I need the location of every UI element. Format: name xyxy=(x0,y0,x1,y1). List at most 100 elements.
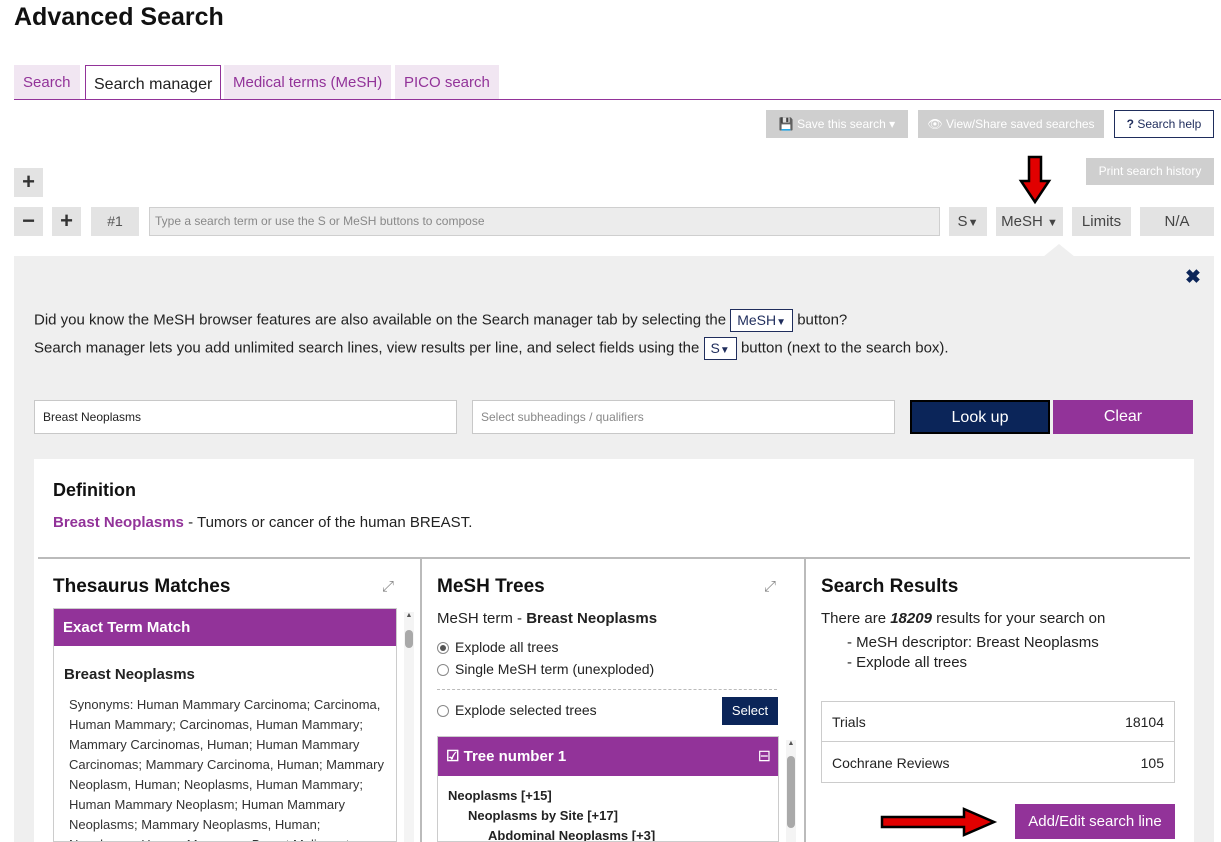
add-edit-search-line-button[interactable]: Add/Edit search line xyxy=(1015,804,1175,839)
close-icon[interactable]: ✖ xyxy=(1185,266,1201,289)
chevron-down-icon: ▼ xyxy=(1046,217,1058,229)
question-icon: ? xyxy=(1126,117,1134,131)
tab-medical-terms[interactable]: Medical terms (MeSH) xyxy=(224,65,392,99)
mesh-label: MeSH xyxy=(1001,213,1043,230)
inline-mesh-label: MeSH xyxy=(737,312,777,328)
tab-search-manager[interactable]: Search manager xyxy=(85,65,222,100)
row-label: Cochrane Reviews xyxy=(832,755,950,771)
thesaurus-term[interactable]: Breast Neoplasms xyxy=(54,646,396,683)
print-search-history-button[interactable]: Print search history xyxy=(1086,158,1214,185)
info-line-2: Search manager lets you add unlimited se… xyxy=(34,337,949,360)
tree-item[interactable]: Neoplasms by Site [+17] xyxy=(448,806,778,826)
criteria-item: - Explode all trees xyxy=(847,654,968,671)
radio-explode-selected-label: Explode selected trees xyxy=(455,702,597,718)
save-search-label: Save this search xyxy=(797,117,886,131)
search-input[interactable]: Type a search term or use the S or MeSH … xyxy=(149,207,940,236)
tree-number-label: Tree number 1 xyxy=(463,748,567,765)
options-divider xyxy=(437,689,777,690)
radio-single-term-icon[interactable] xyxy=(437,664,449,677)
radio-explode-all-label: Explode all trees xyxy=(455,639,559,655)
tree-item[interactable]: Abdominal Neoplasms [+3] xyxy=(448,826,778,841)
tree-scrollbar[interactable]: ▲ xyxy=(786,740,796,842)
remove-line-button[interactable]: − xyxy=(14,207,43,236)
row-label: Trials xyxy=(832,714,866,730)
expand-icon[interactable]: ⤢ xyxy=(382,578,394,595)
inline-s-button[interactable]: S▼ xyxy=(703,337,737,360)
row-value: 105 xyxy=(1140,755,1164,771)
clear-button[interactable]: Clear xyxy=(1053,400,1193,434)
thesaurus-scroll-thumb[interactable] xyxy=(405,630,413,648)
definition-body: - Tumors or cancer of the human BREAST. xyxy=(183,514,473,531)
info-line-2-end: button (next to the search box). xyxy=(740,339,949,357)
info-line-1-text: Did you know the MeSH browser features a… xyxy=(34,311,727,329)
radio-explode-selected[interactable]: Explode selected trees xyxy=(437,702,597,718)
results-count: 18209 xyxy=(890,610,932,627)
annotation-arrow-down-icon xyxy=(1018,155,1052,205)
view-share-label: View/Share saved searches xyxy=(946,117,1095,131)
results-criteria: - MeSH descriptor: Breast Neoplasms - Ex… xyxy=(847,633,1099,673)
section-divider xyxy=(38,557,1190,559)
collapse-icon[interactable]: ⊟ xyxy=(758,737,771,776)
expand-icon[interactable]: ⤢ xyxy=(764,578,776,595)
view-share-saved-searches-button[interactable]: 👁 View/Share saved searches xyxy=(918,110,1104,138)
annotation-arrow-right-icon xyxy=(880,807,998,837)
chevron-down-icon: ▼ xyxy=(967,217,979,229)
chevron-down-icon: ▾ xyxy=(889,117,896,131)
inline-mesh-button[interactable]: MeSH▼ xyxy=(730,309,794,332)
look-up-button[interactable]: Look up xyxy=(910,400,1050,434)
eye-icon: 👁 xyxy=(927,117,943,131)
column-divider-1 xyxy=(420,559,422,842)
definition-text: Breast Neoplasms - Tumors or cancer of t… xyxy=(53,514,472,531)
results-summary-post: results for your search on xyxy=(931,610,1106,627)
radio-explode-selected-icon[interactable] xyxy=(437,705,449,718)
table-row[interactable]: Trials 18104 xyxy=(822,702,1174,742)
mesh-trees-heading: MeSH Trees xyxy=(437,576,545,597)
tree-list: Neoplasms [+15] Neoplasms by Site [+17] … xyxy=(438,776,778,841)
search-help-button[interactable]: ? Search help xyxy=(1114,110,1214,138)
definition-heading: Definition xyxy=(53,480,136,500)
table-row[interactable]: Cochrane Reviews 105 xyxy=(822,743,1174,783)
info-line-1: Did you know the MeSH browser features a… xyxy=(34,309,847,332)
add-line-button[interactable]: + xyxy=(52,207,81,236)
radio-single-term[interactable]: Single MeSH term (unexploded) xyxy=(437,661,654,677)
na-results-button[interactable]: N/A xyxy=(1140,207,1214,236)
limits-button[interactable]: Limits xyxy=(1072,207,1131,236)
select-button[interactable]: Select xyxy=(722,697,778,725)
s-field-label: S xyxy=(957,213,968,230)
tabs-underline xyxy=(14,99,1221,100)
mesh-button[interactable]: MeSH ▼ xyxy=(996,207,1063,236)
mesh-term-line: MeSH term - Breast Neoplasms xyxy=(437,610,657,627)
inline-s-label: S xyxy=(710,340,720,356)
tree-item[interactable]: Neoplasms [+15] xyxy=(448,786,778,806)
radio-single-term-label: Single MeSH term (unexploded) xyxy=(455,661,655,677)
save-search-button[interactable]: 💾 Save this search ▾ xyxy=(766,110,908,138)
scroll-up-icon[interactable]: ▲ xyxy=(404,612,414,619)
subheadings-input[interactable]: Select subheadings / qualifiers xyxy=(472,400,895,434)
column-divider-2 xyxy=(804,559,806,842)
add-line-above-button[interactable]: + xyxy=(14,168,43,197)
mesh-term-name: Breast Neoplasms xyxy=(526,610,658,627)
tree-box: ☑ Tree number 1 ⊟ Neoplasms [+15] Neopla… xyxy=(437,736,779,842)
criteria-item: - MeSH descriptor: Breast Neoplasms xyxy=(847,634,1099,651)
thesaurus-scrollbar[interactable]: ▲ xyxy=(404,612,414,842)
search-help-label: Search help xyxy=(1137,117,1202,131)
page-title: Advanced Search xyxy=(14,3,224,31)
mesh-term-prefix: MeSH term - xyxy=(437,610,527,627)
save-icon: 💾 xyxy=(778,117,794,131)
mesh-term-input[interactable]: Breast Neoplasms xyxy=(34,400,457,434)
checkbox-checked-icon[interactable]: ☑ xyxy=(446,748,459,765)
tab-pico-search[interactable]: PICO search xyxy=(395,65,499,99)
s-field-button[interactable]: S▼ xyxy=(949,207,987,236)
tree-scroll-thumb[interactable] xyxy=(787,756,795,828)
radio-explode-all[interactable]: Explode all trees xyxy=(437,639,559,655)
chevron-down-icon: ▼ xyxy=(719,345,730,356)
scroll-up-icon[interactable]: ▲ xyxy=(786,740,796,747)
radio-explode-all-icon[interactable] xyxy=(437,642,449,655)
results-summary: There are 18209 results for your search … xyxy=(821,610,1105,627)
thesaurus-synonyms: Synonyms: Human Mammary Carcinoma; Carci… xyxy=(69,697,384,841)
tab-search[interactable]: Search xyxy=(14,65,80,99)
chevron-down-icon: ▼ xyxy=(776,317,787,328)
search-line-number: #1 xyxy=(91,207,139,236)
tree-number-header[interactable]: ☑ Tree number 1 ⊟ xyxy=(438,737,778,776)
definition-term[interactable]: Breast Neoplasms xyxy=(53,514,184,531)
